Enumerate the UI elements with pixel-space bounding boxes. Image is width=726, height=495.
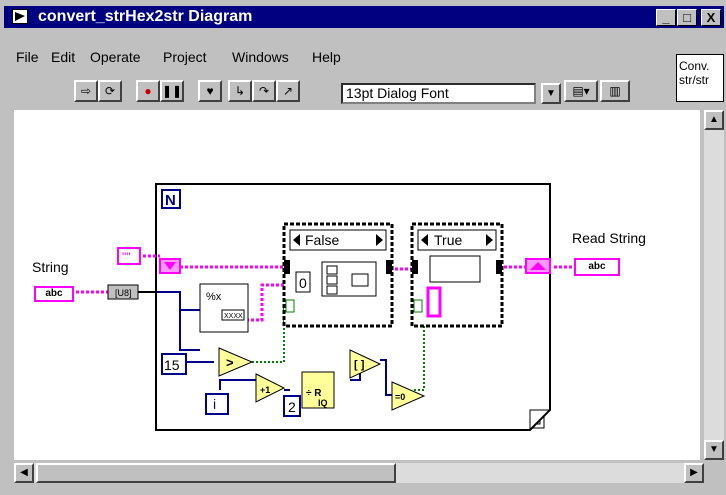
- loop-count-label: N: [165, 192, 176, 209]
- scroll-down-icon[interactable]: ▼: [704, 440, 724, 460]
- window-title: convert_strHex2str Diagram: [38, 8, 253, 25]
- horizontal-scrollbar[interactable]: ◀ ▶: [14, 463, 704, 483]
- pause-icon[interactable]: ❚❚: [160, 80, 184, 102]
- string-indicator: [426, 286, 442, 318]
- diagram-svg: N "" [U8] %x XXXX 15 > i +1 2 ÷ R IQ []…: [36, 183, 574, 431]
- svg-text:XXXX: XXXX: [224, 313, 243, 320]
- title-bar[interactable]: convert_strHex2str Diagram _ □ X: [4, 6, 724, 28]
- close-button[interactable]: X: [701, 9, 721, 26]
- menu-windows[interactable]: Windows: [232, 49, 289, 65]
- menu-file[interactable]: File: [16, 49, 39, 65]
- menu-project[interactable]: Project: [163, 49, 207, 65]
- menu-edit[interactable]: Edit: [51, 49, 75, 65]
- svg-text:[U8]: [U8]: [115, 288, 132, 298]
- scroll-thumb[interactable]: [36, 463, 396, 483]
- scroll-left-icon[interactable]: ◀: [14, 463, 34, 483]
- case-false-label: False: [305, 232, 339, 248]
- run-continuously-icon[interactable]: ⟳: [98, 80, 122, 102]
- svg-text:"": "": [122, 250, 131, 264]
- block-diagram-canvas[interactable]: N "" [U8] %x XXXX 15 > i +1 2 ÷ R IQ []…: [14, 110, 700, 460]
- menu-help[interactable]: Help: [312, 49, 341, 65]
- svg-text:IQ: IQ: [318, 398, 328, 408]
- svg-text:=0: =0: [395, 392, 405, 402]
- svg-text:%x: %x: [206, 291, 222, 303]
- vertical-scrollbar[interactable]: ▲ ▼: [704, 110, 724, 460]
- read-string-label: Read String: [572, 230, 646, 246]
- labview-app-icon: [12, 9, 28, 24]
- distribute-objects-icon[interactable]: ▥: [600, 80, 630, 102]
- svg-text:15: 15: [164, 357, 180, 373]
- vi-connector-icon[interactable]: Conv. str/str: [676, 54, 724, 102]
- menu-bar: File Edit Operate Project Windows Help: [4, 49, 724, 69]
- svg-text:>: >: [226, 355, 234, 370]
- menu-operate[interactable]: Operate: [90, 49, 141, 65]
- scroll-right-icon[interactable]: ▶: [684, 463, 704, 483]
- step-out-icon[interactable]: ↗: [276, 80, 300, 102]
- highlight-execution-icon[interactable]: ♥: [198, 80, 222, 102]
- step-into-icon[interactable]: ↳: [228, 80, 252, 102]
- minimize-button[interactable]: _: [656, 9, 676, 26]
- concatenate-node: [429, 255, 481, 283]
- svg-text:+1: +1: [260, 385, 270, 395]
- svg-text:i: i: [213, 396, 216, 412]
- svg-text:[ ]: [ ]: [354, 359, 365, 371]
- string-control-label: String: [32, 259, 69, 275]
- case-true-label: True: [434, 232, 462, 248]
- align-objects-icon[interactable]: ▤▾: [564, 80, 598, 102]
- abort-icon[interactable]: ●: [136, 80, 160, 102]
- diagram-window: convert_strHex2str Diagram _ □ X File Ed…: [0, 0, 726, 495]
- maximize-button[interactable]: □: [677, 9, 697, 26]
- svg-text:2: 2: [288, 399, 296, 415]
- step-over-icon[interactable]: ↷: [252, 80, 276, 102]
- string-control-terminal[interactable]: abc: [34, 286, 74, 302]
- iteration-terminal: [205, 393, 229, 415]
- run-arrow-icon[interactable]: ⇨: [74, 80, 98, 102]
- svg-text:0: 0: [299, 275, 307, 291]
- font-selector[interactable]: 13pt Dialog Font: [341, 83, 536, 104]
- scroll-up-icon[interactable]: ▲: [704, 110, 724, 130]
- read-string-terminal[interactable]: abc: [574, 258, 620, 276]
- chevron-down-icon[interactable]: ▼: [541, 83, 561, 104]
